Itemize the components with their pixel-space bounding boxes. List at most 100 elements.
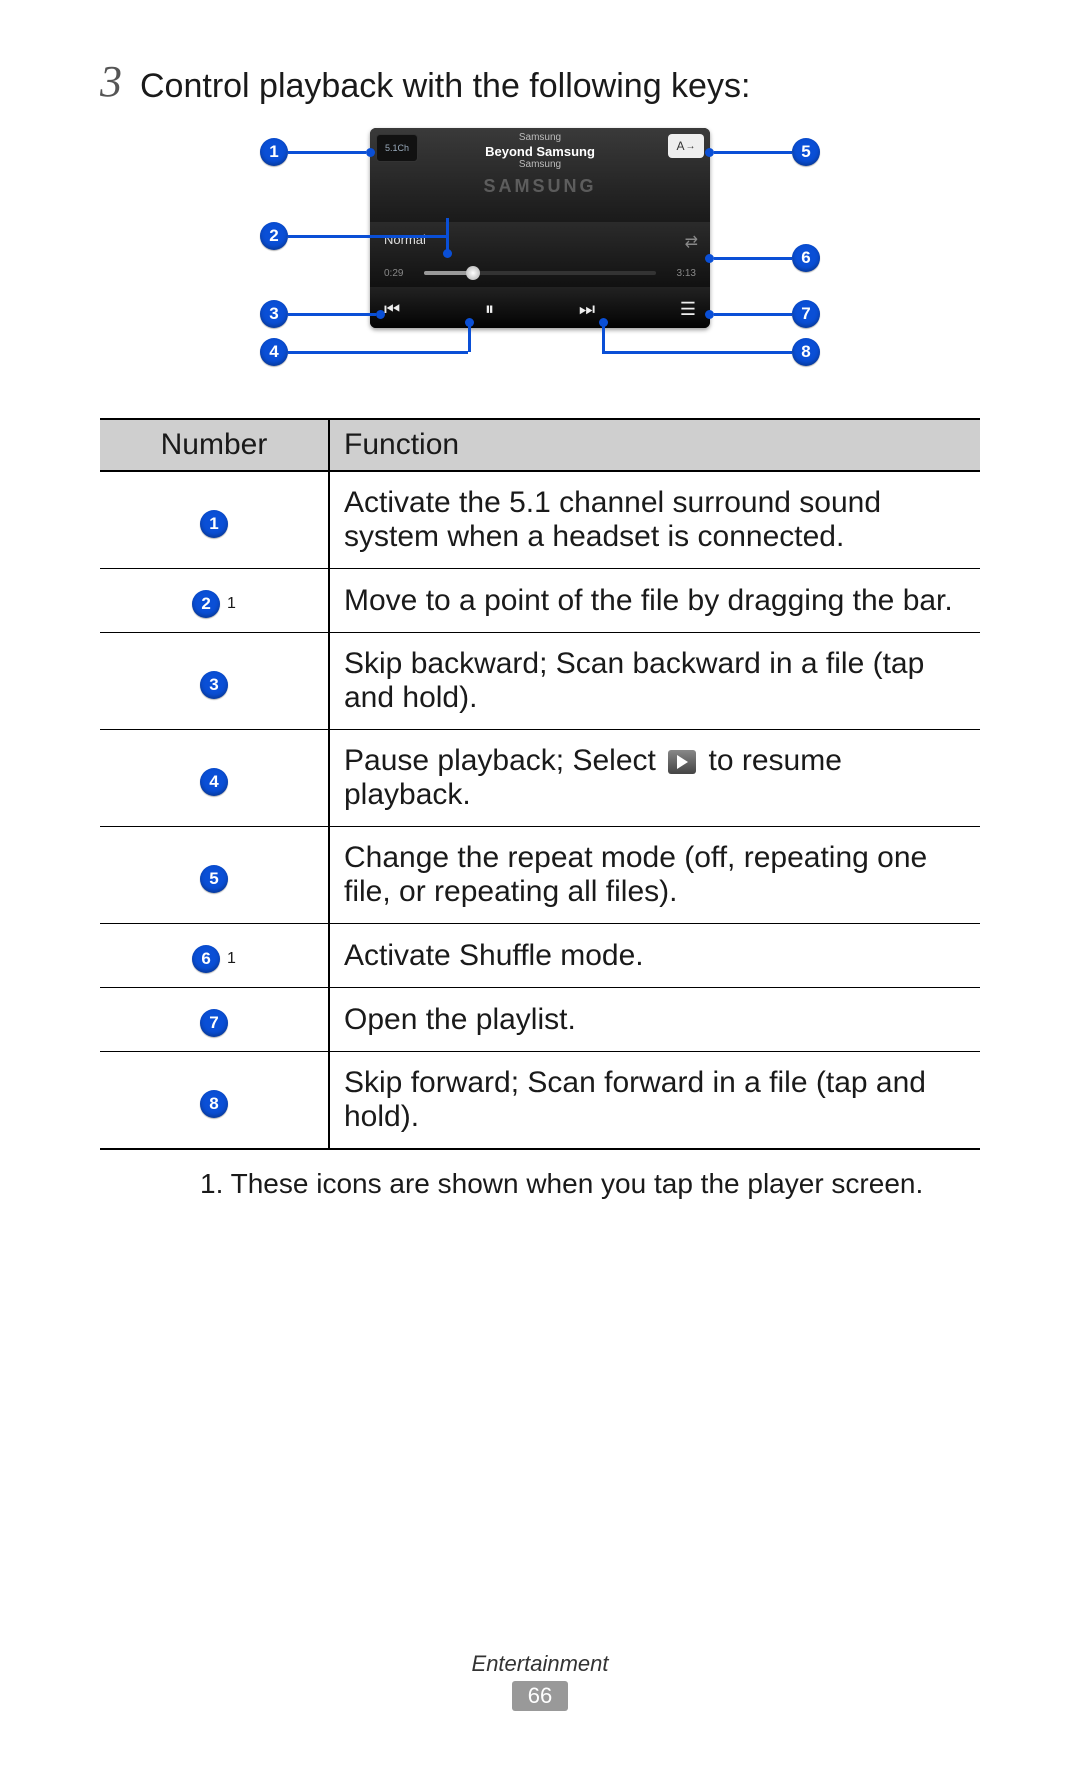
callout-lead [714,313,792,316]
function-text-pre: Skip forward; Scan forward in a file (ta… [344,1066,926,1133]
callout-number: 8 [792,338,820,366]
row-number-wrap: 3 [200,671,228,699]
row-function-cell: Open the playlist. [329,988,980,1052]
row-number-wrap: 21 [192,590,236,618]
row-function-cell: Activate the 5.1 channel surround sound … [329,471,980,569]
callout-8: 8 [602,338,820,366]
player-controls: ⏮ ⏸ ⏭ ☰ [370,287,710,328]
function-text-pre: Move to a point of the file by dragging … [344,584,953,617]
table-header-function: Function [329,419,980,471]
callout-dot [705,254,714,263]
seek-bar[interactable] [424,271,656,275]
row-number-cell: 3 [100,633,329,730]
callout-number: 1 [260,138,288,166]
arrow-icon: → [686,141,696,152]
function-table: Number Function 1 Activate the 5.1 channe… [100,418,980,1150]
callout-lead [714,257,792,260]
callout-number: 7 [792,300,820,328]
shuffle-icon[interactable]: ⇄ [685,232,698,252]
callout-dot [705,148,714,157]
row-number-circle: 2 [192,590,220,618]
function-text-pre: Activate the 5.1 channel surround sound … [344,486,881,553]
repeat-label: A [676,139,684,153]
callout-number: 2 [260,222,288,250]
step-number: 3 [100,60,122,104]
pause-button[interactable]: ⏸ [485,299,494,320]
row-function-cell: Change the repeat mode (off, repeating o… [329,827,980,924]
seek-bar-fill [424,271,470,275]
row-number-cell: 4 [100,730,329,827]
row-number-wrap: 61 [192,945,236,973]
surround-button[interactable]: 5.1Ch [376,134,418,162]
time-total: 3:13 [677,268,696,279]
function-text-pre: Pause playback; Select [344,744,664,777]
row-number-circle: 4 [200,768,228,796]
row-number-circle: 3 [200,671,228,699]
row-number-circle: 6 [192,945,220,973]
callout-dot [376,310,385,319]
row-number-cell: 7 [100,988,329,1052]
callout-lead [602,351,792,354]
row-number-cell: 8 [100,1052,329,1150]
table-row: 5 Change the repeat mode (off, repeating … [100,827,980,924]
table-row: 1 Activate the 5.1 channel surround sound… [100,471,980,569]
manual-page: 3 Control playback with the following ke… [0,0,1080,1771]
next-button[interactable]: ⏭ [579,299,595,320]
function-text-pre: Activate Shuffle mode. [344,939,644,972]
player-top-panel: Samsung Beyond Samsung Samsung SAMSUNG 5… [370,128,710,222]
callout-dot [705,310,714,319]
row-number-cell: 21 [100,569,329,633]
row-function-cell: Skip forward; Scan forward in a file (ta… [329,1052,980,1150]
row-number-circle: 1 [200,510,228,538]
previous-button[interactable]: ⏮ [384,299,400,320]
function-text-pre: Skip backward; Scan backward in a file (… [344,647,924,714]
player-artist-line1: Samsung [370,132,710,143]
callout-bend [446,218,449,254]
table-row: 8 Skip forward; Scan forward in a file (t… [100,1052,980,1150]
row-number-cell: 61 [100,924,329,988]
player-track-title: Beyond Samsung [370,144,710,159]
row-number-circle: 7 [200,1009,228,1037]
callout-4: 4 [260,338,468,366]
row-number-cell: 5 [100,827,329,924]
seek-knob[interactable] [466,266,480,280]
callout-lead [288,351,468,354]
section-name: Entertainment [0,1651,1080,1677]
repeat-button[interactable]: A→ [668,134,704,158]
surround-label: 5.1Ch [385,143,409,153]
row-number-cell: 1 [100,471,329,569]
function-text-pre: Change the repeat mode (off, repeating o… [344,841,927,908]
page-footer: Entertainment 66 [0,1651,1080,1711]
callout-number: 3 [260,300,288,328]
row-function-cell: Activate Shuffle mode. [329,924,980,988]
callout-lead [288,313,376,316]
callout-2: 2 [260,218,449,254]
callout-7: 7 [705,300,820,328]
player-brand-text: SAMSUNG [370,176,710,197]
table-row: 3 Skip backward; Scan backward in a file … [100,633,980,730]
step-instruction: Control playback with the following keys… [140,64,750,108]
playlist-button[interactable]: ☰ [680,299,696,320]
page-number: 66 [512,1681,568,1711]
player-artist-line2: Samsung [370,159,710,170]
callout-number: 4 [260,338,288,366]
play-icon [668,750,696,774]
row-function-cell: Skip backward; Scan backward in a file (… [329,633,980,730]
callout-number: 5 [792,138,820,166]
row-number-circle: 5 [200,865,228,893]
row-superscript: 1 [227,950,236,968]
callout-1: 1 [260,138,375,166]
callout-5: 5 [705,138,820,166]
callout-lead [288,151,366,154]
table-row: 7 Open the playlist. [100,988,980,1052]
row-function-cell: Pause playback; Select to resume playbac… [329,730,980,827]
footnote: 1. These icons are shown when you tap th… [200,1168,980,1200]
table-row: 61 Activate Shuffle mode. [100,924,980,988]
row-function-cell: Move to a point of the file by dragging … [329,569,980,633]
row-number-circle: 8 [200,1090,228,1118]
row-number-wrap: 1 [200,510,228,538]
callout-number: 6 [792,244,820,272]
player-diagram: Samsung Beyond Samsung Samsung SAMSUNG 5… [260,128,820,388]
table-header-row: Number Function [100,419,980,471]
function-text-pre: Open the playlist. [344,1003,576,1036]
